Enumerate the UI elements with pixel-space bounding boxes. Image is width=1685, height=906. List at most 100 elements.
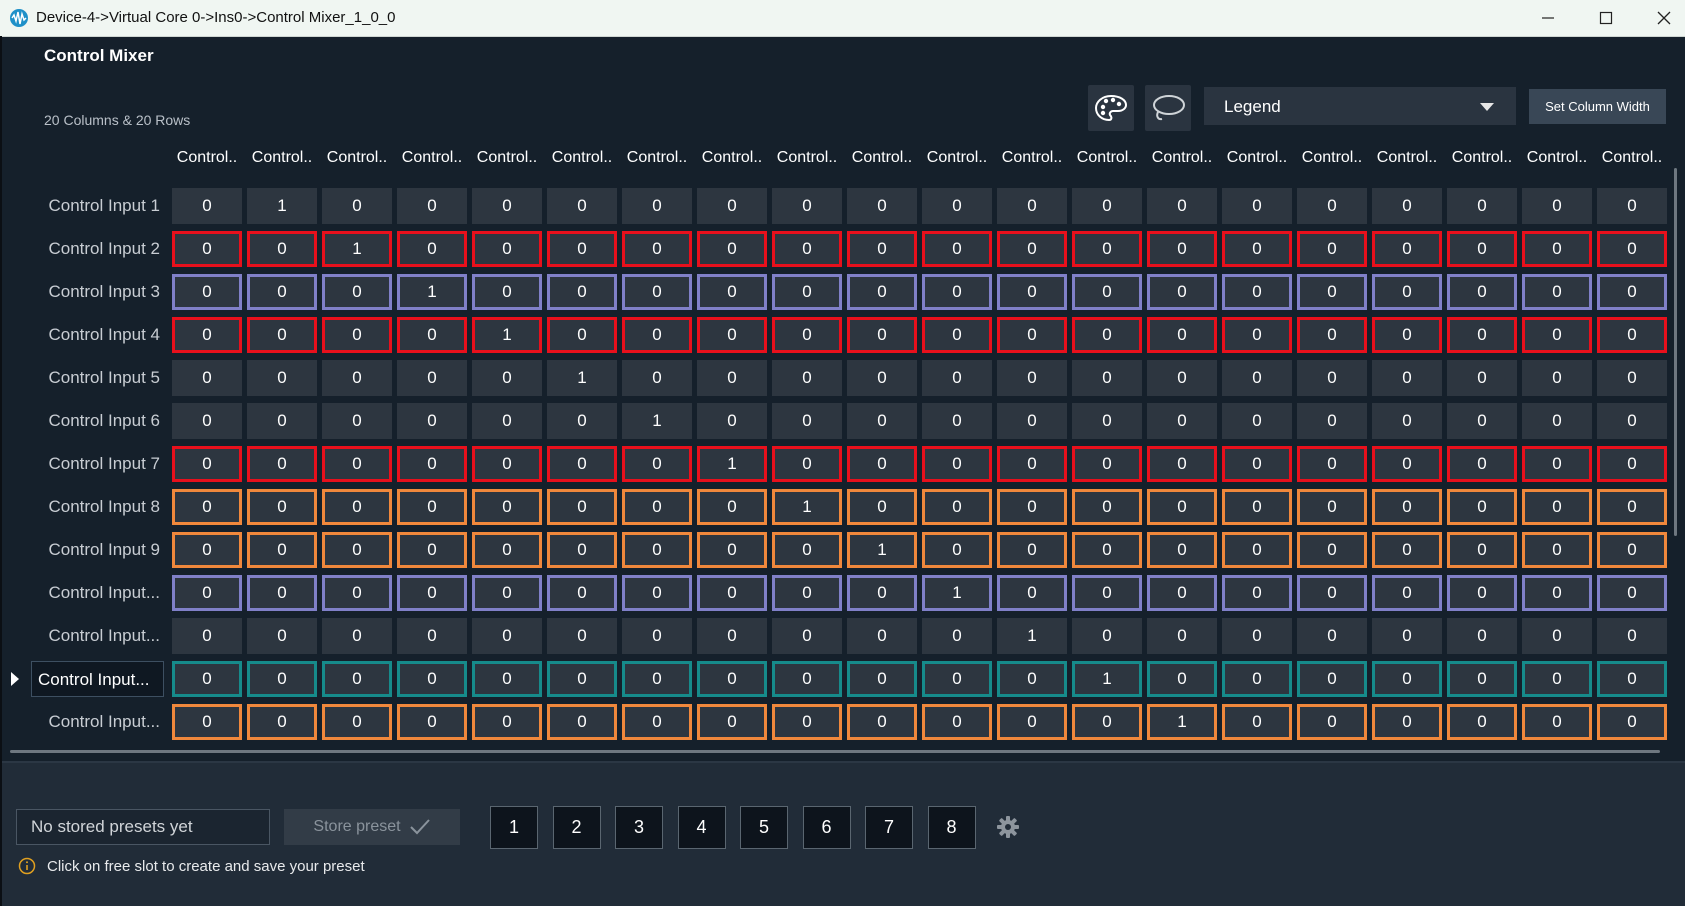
matrix-cell[interactable]: 0: [1447, 618, 1517, 654]
matrix-cell[interactable]: 0: [1597, 704, 1667, 740]
matrix-cell[interactable]: 0: [922, 360, 992, 396]
matrix-cell[interactable]: 0: [172, 704, 242, 740]
matrix-cell[interactable]: 1: [997, 618, 1067, 654]
matrix-cell[interactable]: 0: [547, 532, 617, 568]
matrix-cell[interactable]: 0: [397, 231, 467, 267]
column-header[interactable]: Control..: [1445, 149, 1519, 167]
matrix-cell[interactable]: 0: [397, 532, 467, 568]
matrix-cell[interactable]: 0: [1297, 532, 1367, 568]
matrix-cell[interactable]: 0: [1522, 403, 1592, 439]
matrix-cell[interactable]: 0: [1222, 532, 1292, 568]
matrix-cell[interactable]: 0: [697, 661, 767, 697]
matrix-cell[interactable]: 1: [922, 575, 992, 611]
matrix-cell[interactable]: 0: [1222, 317, 1292, 353]
matrix-cell[interactable]: 0: [1222, 575, 1292, 611]
matrix-cell[interactable]: 1: [622, 403, 692, 439]
matrix-cell[interactable]: 0: [1072, 188, 1142, 224]
matrix-cell[interactable]: 0: [547, 618, 617, 654]
matrix-cell[interactable]: 0: [1597, 661, 1667, 697]
matrix-cell[interactable]: 0: [997, 704, 1067, 740]
matrix-cell[interactable]: 0: [322, 274, 392, 310]
matrix-cell[interactable]: 0: [397, 661, 467, 697]
close-button[interactable]: [1635, 0, 1685, 36]
matrix-cell[interactable]: 0: [1447, 188, 1517, 224]
matrix-cell[interactable]: 0: [247, 575, 317, 611]
matrix-cell[interactable]: 0: [772, 618, 842, 654]
matrix-cell[interactable]: 0: [547, 575, 617, 611]
matrix-cell[interactable]: 0: [922, 661, 992, 697]
matrix-cell[interactable]: 0: [847, 446, 917, 482]
matrix-cell[interactable]: 0: [1372, 618, 1442, 654]
matrix-cell[interactable]: 0: [1447, 403, 1517, 439]
matrix-cell[interactable]: 0: [397, 704, 467, 740]
matrix-cell[interactable]: 0: [547, 317, 617, 353]
matrix-cell[interactable]: 0: [1372, 704, 1442, 740]
matrix-cell[interactable]: 0: [1522, 661, 1592, 697]
matrix-cell[interactable]: 0: [1147, 188, 1217, 224]
matrix-cell[interactable]: 0: [1297, 489, 1367, 525]
matrix-cell[interactable]: 0: [622, 661, 692, 697]
matrix-cell[interactable]: 0: [1522, 274, 1592, 310]
matrix-cell[interactable]: 0: [1372, 188, 1442, 224]
column-header[interactable]: Control..: [1295, 149, 1369, 167]
matrix-cell[interactable]: 0: [1072, 575, 1142, 611]
matrix-cell[interactable]: 0: [1147, 317, 1217, 353]
matrix-cell[interactable]: 0: [172, 575, 242, 611]
matrix-cell[interactable]: 0: [1072, 446, 1142, 482]
matrix-cell[interactable]: 0: [322, 188, 392, 224]
matrix-cell[interactable]: 0: [622, 618, 692, 654]
matrix-cell[interactable]: 0: [1297, 360, 1367, 396]
matrix-cell[interactable]: 0: [922, 446, 992, 482]
row-label[interactable]: Control Input 4: [20, 317, 160, 353]
preset-slot-button[interactable]: 8: [927, 806, 976, 849]
matrix-cell[interactable]: 0: [847, 360, 917, 396]
preset-slot-button[interactable]: 2: [552, 806, 601, 849]
column-header[interactable]: Control..: [1220, 149, 1294, 167]
matrix-cell[interactable]: 0: [772, 661, 842, 697]
matrix-cell[interactable]: 0: [322, 661, 392, 697]
matrix-cell[interactable]: 1: [772, 489, 842, 525]
matrix-cell[interactable]: 0: [172, 188, 242, 224]
matrix-cell[interactable]: 0: [622, 575, 692, 611]
matrix-cell[interactable]: 0: [1597, 274, 1667, 310]
preset-slot-button[interactable]: 1: [490, 806, 538, 849]
palette-button[interactable]: [1088, 85, 1134, 131]
matrix-cell[interactable]: 0: [322, 575, 392, 611]
matrix-cell[interactable]: 0: [547, 274, 617, 310]
matrix-cell[interactable]: 0: [1597, 231, 1667, 267]
matrix-cell[interactable]: 0: [1447, 231, 1517, 267]
matrix-cell[interactable]: 0: [472, 446, 542, 482]
matrix-cell[interactable]: 0: [1072, 532, 1142, 568]
matrix-cell[interactable]: 0: [997, 446, 1067, 482]
matrix-cell[interactable]: 0: [697, 403, 767, 439]
matrix-cell[interactable]: 0: [772, 575, 842, 611]
store-preset-button[interactable]: Store preset: [284, 809, 460, 845]
matrix-cell[interactable]: 0: [1222, 188, 1292, 224]
matrix-cell[interactable]: 0: [547, 661, 617, 697]
matrix-cell[interactable]: 0: [1222, 618, 1292, 654]
matrix-cell[interactable]: 0: [1147, 661, 1217, 697]
matrix-cell[interactable]: 0: [997, 274, 1067, 310]
matrix-cell[interactable]: 0: [322, 489, 392, 525]
matrix-cell[interactable]: 0: [622, 317, 692, 353]
matrix-cell[interactable]: 0: [547, 704, 617, 740]
matrix-cell[interactable]: 0: [772, 188, 842, 224]
column-header[interactable]: Control..: [1070, 149, 1144, 167]
preset-slot-button[interactable]: 3: [615, 806, 663, 849]
matrix-cell[interactable]: 0: [1597, 403, 1667, 439]
matrix-cell[interactable]: 0: [1447, 446, 1517, 482]
maximize-button[interactable]: [1577, 0, 1635, 36]
matrix-cell[interactable]: 0: [322, 360, 392, 396]
matrix-cell[interactable]: 0: [322, 403, 392, 439]
column-header[interactable]: Control..: [995, 149, 1069, 167]
matrix-cell[interactable]: 0: [1597, 317, 1667, 353]
matrix-cell[interactable]: 1: [472, 317, 542, 353]
column-header[interactable]: Control..: [845, 149, 919, 167]
matrix-cell[interactable]: 0: [397, 360, 467, 396]
matrix-cell[interactable]: 0: [697, 489, 767, 525]
matrix-cell[interactable]: 0: [1597, 360, 1667, 396]
matrix-cell[interactable]: 0: [1072, 360, 1142, 396]
matrix-cell[interactable]: 0: [1297, 274, 1367, 310]
matrix-cell[interactable]: 0: [697, 704, 767, 740]
set-column-width-button[interactable]: Set Column Width: [1529, 89, 1666, 124]
